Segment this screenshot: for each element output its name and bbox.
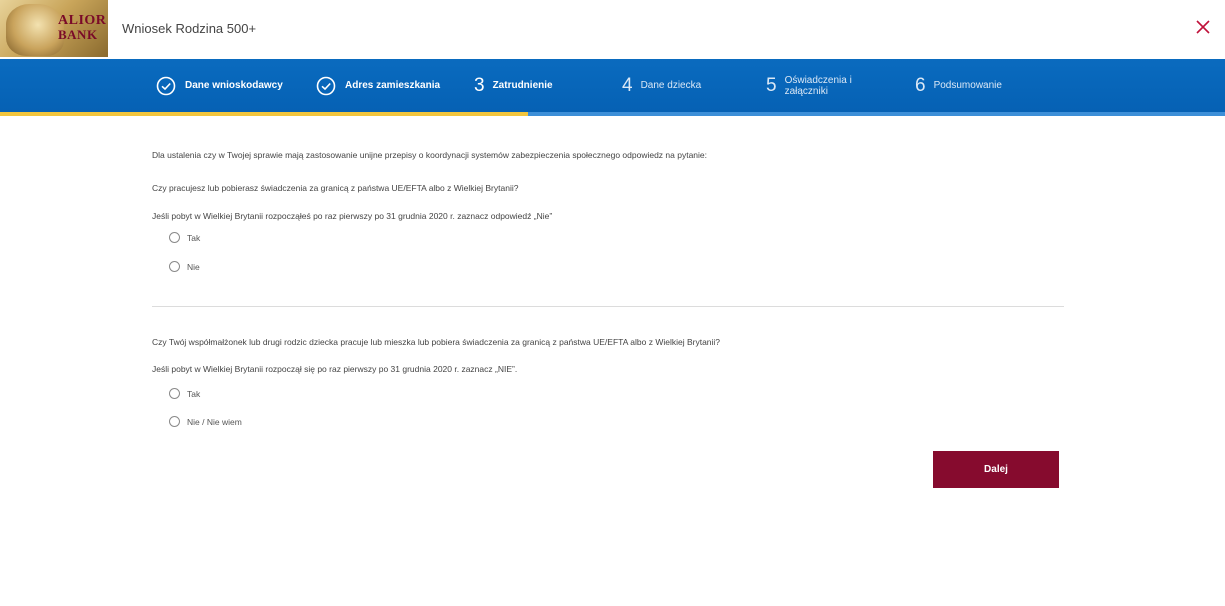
radio-circle[interactable]	[169, 416, 180, 427]
step-zatrudnienie[interactable]: 3 Zatrudnienie	[474, 59, 553, 112]
radio-label: Nie / Nie wiem	[187, 416, 242, 427]
check-circle-icon	[156, 76, 176, 95]
step-adres-zamieszkania[interactable]: Adres zamieszkania	[316, 59, 440, 112]
step-label: Dane wnioskodawcy	[185, 80, 283, 91]
intro-text: Dla ustalenia czy w Twojej sprawie mają …	[152, 150, 708, 160]
logo-wordmark: ALIOR BANK	[58, 14, 106, 46]
radio-label: Nie	[187, 261, 200, 272]
question-2-hint: Jeśli pobyt w Wielkiej Brytanii rozpoczą…	[152, 364, 518, 374]
step-number: 4	[622, 74, 633, 96]
radio-circle[interactable]	[169, 261, 180, 272]
question-1-hint: Jeśli pobyt w Wielkiej Brytanii rozpoczą…	[152, 211, 553, 221]
next-button[interactable]: Dalej	[933, 451, 1059, 488]
radio-q2-nie-wiem[interactable]: Nie / Nie wiem	[169, 416, 242, 427]
step-dane-dziecka[interactable]: 4 Dane dziecka	[622, 59, 701, 112]
radio-circle[interactable]	[169, 232, 180, 243]
logo-emblem	[6, 4, 64, 56]
radio-label: Tak	[187, 232, 201, 243]
radio-circle[interactable]	[169, 388, 180, 399]
radio-q1-tak[interactable]: Tak	[169, 232, 200, 243]
step-label: Podsumowanie	[933, 80, 1002, 91]
step-label: Adres zamieszkania	[345, 80, 441, 91]
app-header: ALIOR BANK Wniosek Rodzina 500+	[0, 0, 1225, 59]
radio-q2-tak[interactable]: Tak	[169, 388, 200, 399]
progress-stepper: Dane wnioskodawcy Adres zamieszkania 3 Z…	[0, 59, 1225, 116]
page-title: Wniosek Rodzina 500+	[122, 21, 257, 36]
logo-line1: ALIOR	[58, 13, 107, 28]
radio-q1-nie[interactable]: Nie	[169, 261, 200, 272]
question-1: Czy pracujesz lub pobierasz świadczenia …	[152, 183, 519, 193]
step-number: 6	[915, 74, 926, 96]
step-number: 3	[474, 74, 485, 96]
section-divider	[152, 306, 1064, 307]
step-podsumowanie[interactable]: 6 Podsumowanie	[915, 59, 1002, 112]
step-label: Oświadczenia i załączniki	[784, 74, 852, 97]
step-label: Zatrudnienie	[492, 80, 553, 91]
step-oswiadczenia[interactable]: 5 Oświadczenia i załączniki	[766, 59, 855, 112]
close-button[interactable]	[1193, 17, 1213, 37]
form-content: Dla ustalenia czy w Twojej sprawie mają …	[0, 116, 1225, 606]
check-circle-icon	[316, 76, 336, 95]
step-dane-wnioskodawcy[interactable]: Dane wnioskodawcy	[156, 59, 283, 112]
step-number: 5	[766, 74, 777, 96]
step-label: Dane dziecka	[640, 80, 702, 91]
logo-line2: BANK	[58, 27, 98, 42]
radio-label: Tak	[187, 388, 201, 399]
question-2: Czy Twój współmałżonek lub drugi rodzic …	[152, 337, 721, 347]
alior-bank-logo: ALIOR BANK	[0, 0, 108, 57]
close-icon	[1196, 20, 1210, 34]
